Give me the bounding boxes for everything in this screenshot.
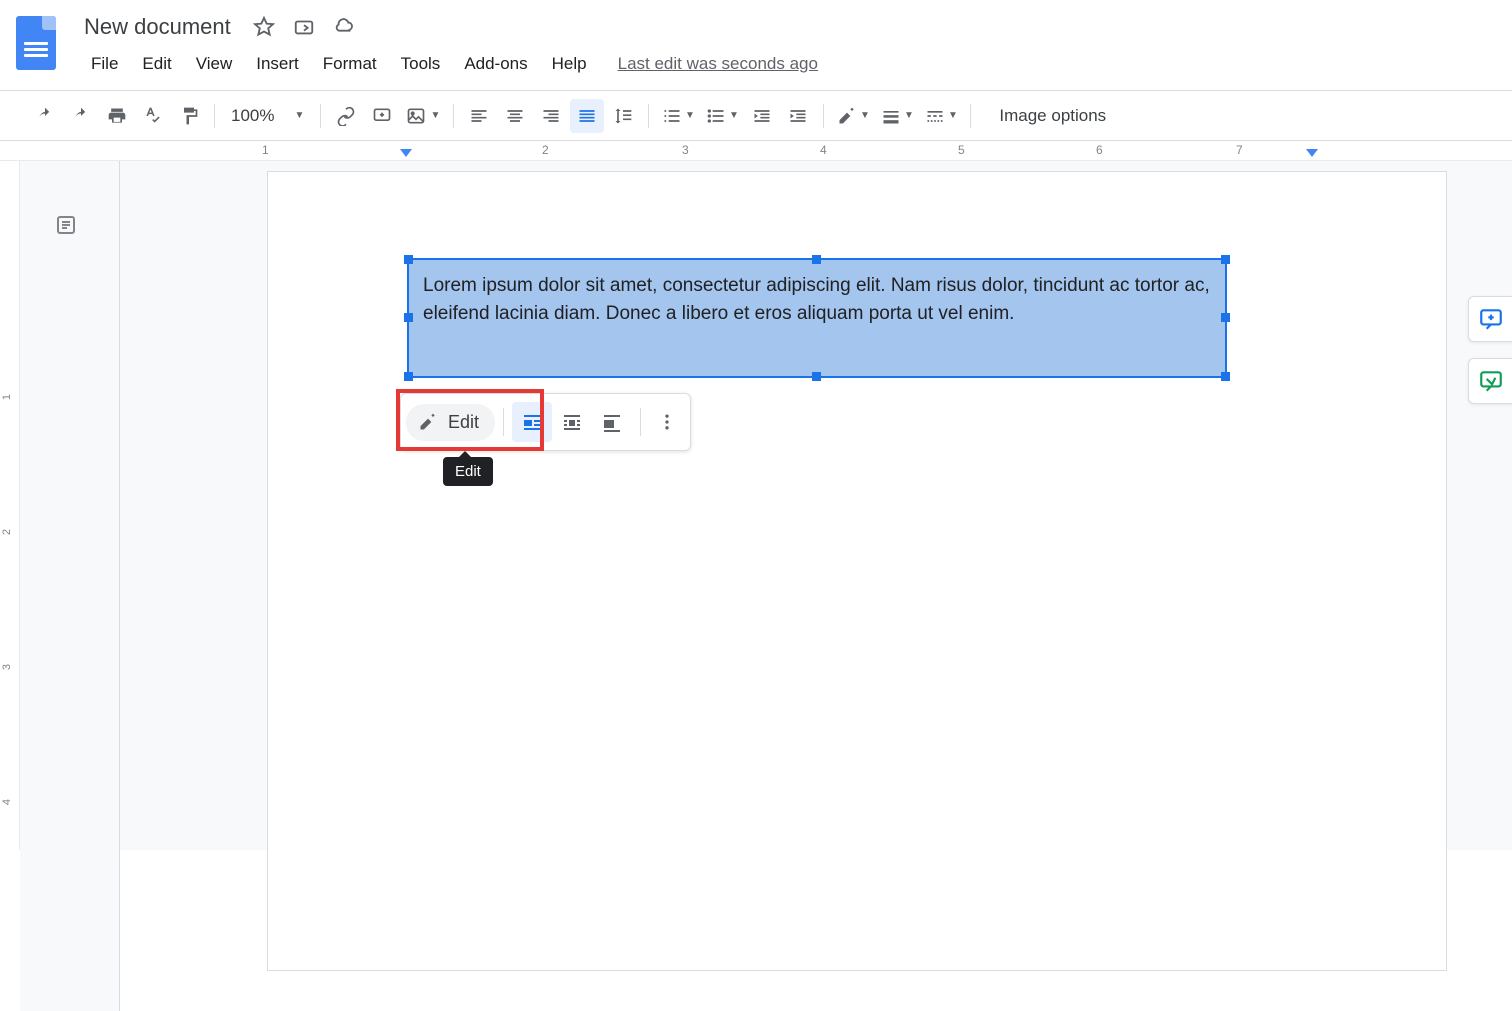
ruler-tick: 6	[1096, 143, 1103, 157]
image-options-button[interactable]: Image options	[989, 102, 1116, 130]
outline-sidebar	[20, 161, 120, 1011]
align-center-button[interactable]	[498, 99, 532, 133]
resize-handle-mr[interactable]	[1221, 313, 1230, 322]
resize-handle-bm[interactable]	[812, 372, 821, 381]
menu-edit[interactable]: Edit	[131, 48, 182, 80]
menu-tools[interactable]: Tools	[390, 48, 452, 80]
print-button[interactable]	[100, 99, 134, 133]
align-right-button[interactable]	[534, 99, 568, 133]
border-weight-button[interactable]: ▼	[876, 99, 918, 133]
undo-button[interactable]	[28, 99, 62, 133]
menu-file[interactable]: File	[80, 48, 129, 80]
resize-handle-br[interactable]	[1221, 372, 1230, 381]
ruler-tick: 3	[682, 143, 689, 157]
menu-insert[interactable]: Insert	[245, 48, 310, 80]
ruler-tick: 7	[1236, 143, 1243, 157]
image-context-toolbar: Edit	[400, 393, 691, 451]
docs-logo[interactable]	[16, 16, 56, 70]
image-button[interactable]: ▼	[401, 99, 445, 133]
more-options-button[interactable]	[649, 402, 685, 442]
resize-handle-tm[interactable]	[812, 255, 821, 264]
comment-button[interactable]	[365, 99, 399, 133]
ruler-tick: 4	[820, 143, 827, 157]
star-icon[interactable]	[253, 16, 275, 38]
ruler-tick: 3	[1, 664, 13, 670]
ruler-tick: 1	[262, 143, 269, 157]
bullet-list-button[interactable]: ▼	[701, 99, 743, 133]
chevron-down-icon: ▼	[294, 110, 304, 121]
pencil-icon	[418, 412, 438, 432]
spellcheck-button[interactable]	[136, 99, 170, 133]
horizontal-ruler[interactable]: 1 2 3 4 5 6 7	[0, 141, 1512, 161]
border-dash-button[interactable]: ▼	[920, 99, 962, 133]
ruler-tick: 5	[958, 143, 965, 157]
outline-toggle-button[interactable]	[50, 209, 82, 241]
zoom-value: 100%	[231, 106, 274, 126]
menu-format[interactable]: Format	[312, 48, 388, 80]
wrap-inline-button[interactable]	[512, 402, 552, 442]
menu-view[interactable]: View	[185, 48, 244, 80]
resize-handle-bl[interactable]	[404, 372, 413, 381]
indent-end-marker[interactable]	[1306, 149, 1318, 157]
resize-handle-tr[interactable]	[1221, 255, 1230, 264]
toolbar: 100% ▼ ▼ ▼ ▼ ▼	[0, 91, 1512, 141]
page[interactable]: Lorem ipsum dolor sit amet, consectetur …	[267, 171, 1447, 971]
doc-title[interactable]: New document	[80, 12, 235, 42]
vertical-ruler[interactable]: 1 2 3 4	[0, 161, 20, 850]
increase-indent-button[interactable]	[781, 99, 815, 133]
resize-handle-tl[interactable]	[404, 255, 413, 264]
indent-start-marker[interactable]	[400, 149, 412, 157]
menu-bar: File Edit View Insert Format Tools Add-o…	[80, 44, 1504, 84]
link-button[interactable]	[329, 99, 363, 133]
paint-format-button[interactable]	[172, 99, 206, 133]
wrap-text-button[interactable]	[552, 402, 592, 442]
edit-tooltip: Edit	[443, 457, 493, 486]
resize-handle-ml[interactable]	[404, 313, 413, 322]
decrease-indent-button[interactable]	[745, 99, 779, 133]
border-color-button[interactable]: ▼	[832, 99, 874, 133]
line-spacing-button[interactable]	[606, 99, 640, 133]
cloud-icon[interactable]	[333, 16, 355, 38]
edit-button-label: Edit	[448, 412, 479, 433]
selected-drawing[interactable]: Lorem ipsum dolor sit amet, consectetur …	[407, 258, 1227, 378]
wrap-break-button[interactable]	[592, 402, 632, 442]
add-comment-float-button[interactable]	[1468, 296, 1512, 342]
numbered-list-button[interactable]: ▼	[657, 99, 699, 133]
redo-button[interactable]	[64, 99, 98, 133]
align-justify-button[interactable]	[570, 99, 604, 133]
align-left-button[interactable]	[462, 99, 496, 133]
suggest-edits-float-button[interactable]	[1468, 358, 1512, 404]
drawing-text-content: Lorem ipsum dolor sit amet, consectetur …	[409, 260, 1225, 340]
last-edit-link[interactable]: Last edit was seconds ago	[618, 54, 818, 74]
ruler-tick: 2	[1, 529, 13, 535]
move-icon[interactable]	[293, 16, 315, 38]
more-vertical-icon	[657, 412, 677, 432]
ruler-tick: 2	[542, 143, 549, 157]
ruler-tick: 1	[1, 394, 13, 400]
menu-addons[interactable]: Add-ons	[453, 48, 538, 80]
menu-help[interactable]: Help	[541, 48, 598, 80]
document-area: Lorem ipsum dolor sit amet, consectetur …	[120, 161, 1512, 850]
edit-drawing-button[interactable]: Edit	[406, 404, 495, 441]
zoom-select[interactable]: 100% ▼	[223, 102, 312, 130]
ruler-tick: 4	[1, 799, 13, 805]
